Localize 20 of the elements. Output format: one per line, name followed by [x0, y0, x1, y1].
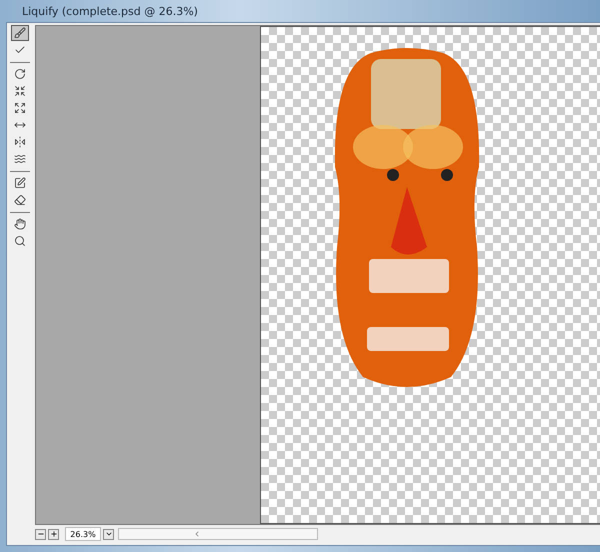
waves-icon	[14, 153, 26, 165]
mirror-icon	[14, 136, 26, 148]
caret-icon	[104, 530, 112, 538]
tool-button[interactable]	[11, 25, 29, 41]
eraser-icon	[14, 194, 26, 206]
zoom-in-button[interactable]	[48, 528, 59, 540]
zoom-dropdown-button[interactable]	[103, 528, 114, 540]
plus-icon	[50, 530, 58, 538]
rotate-icon	[14, 68, 26, 80]
zoom-out-button[interactable]	[35, 528, 46, 540]
shrink-icon	[14, 85, 26, 97]
expand-icon	[14, 102, 26, 114]
check-icon	[14, 44, 26, 56]
search-icon	[14, 235, 26, 247]
pen-icon	[14, 177, 26, 189]
brush-icon	[14, 27, 26, 39]
hand-icon	[14, 218, 26, 230]
window-title: Liquify (complete.psd @ 26.3%)	[22, 4, 198, 18]
zoom-field[interactable]: 26.3%	[65, 527, 101, 541]
scroll-bar[interactable]	[118, 528, 318, 540]
